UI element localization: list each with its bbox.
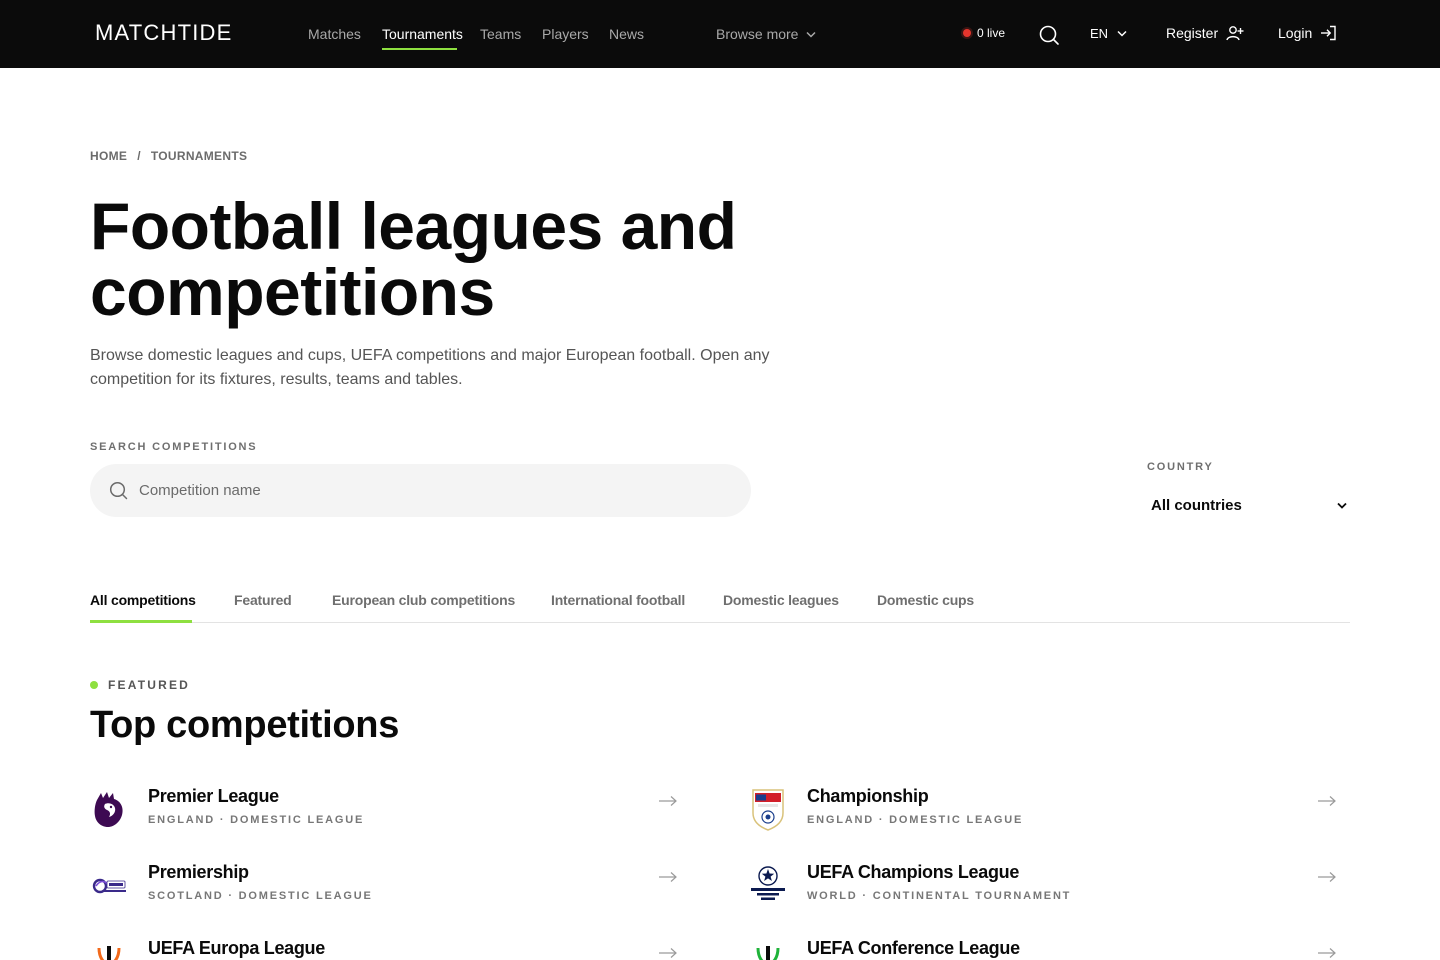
section-tag: FEATURED — [90, 678, 190, 692]
competition-card-uefa-champions-league[interactable]: UEFA Champions League WORLD · CONTINENTA… — [749, 862, 1349, 922]
competition-name: UEFA Conference League — [807, 938, 1020, 958]
cinch-premiership-icon — [92, 878, 126, 894]
arrow-right-icon — [659, 796, 677, 806]
sign-in-icon — [1321, 25, 1336, 41]
premier-league-lion-icon — [94, 792, 123, 827]
brand-logo[interactable]: MATCHTIDE — [95, 22, 233, 44]
tab-active-indicator — [90, 620, 192, 623]
tab-international-football[interactable]: International football — [551, 592, 685, 608]
login-button[interactable]: Login — [1278, 25, 1337, 41]
competition-card-championship[interactable]: Championship ENGLAND · DOMESTIC LEAGUE — [749, 786, 1349, 846]
nav-link-news[interactable]: News — [609, 26, 644, 42]
nav-link-players[interactable]: Players — [542, 26, 589, 42]
country-select[interactable]: All countries — [1147, 490, 1350, 520]
register-label: Register — [1166, 25, 1219, 41]
page-description: Browse domestic leagues and cups, UEFA c… — [90, 347, 770, 388]
competition-meta: ENGLAND · DOMESTIC LEAGUE — [807, 814, 1024, 826]
browse-more-label: Browse more — [716, 26, 799, 42]
search-label: SEARCH COMPETITIONS — [90, 441, 258, 453]
tab-domestic-cups[interactable]: Domestic cups — [877, 592, 974, 608]
language-selector[interactable]: EN — [1090, 26, 1127, 41]
competition-search-field[interactable] — [90, 464, 751, 517]
competition-name: Premier League — [148, 786, 279, 806]
competition-meta: ENGLAND · DOMESTIC LEAGUE — [148, 814, 365, 826]
tab-domestic-leagues[interactable]: Domestic leagues — [723, 592, 839, 608]
arrow-right-icon — [1318, 872, 1336, 882]
nav-link-tournaments[interactable]: Tournaments — [382, 26, 463, 42]
tab-featured[interactable]: Featured — [234, 592, 292, 608]
user-plus-icon — [1226, 26, 1244, 41]
live-count: 0 live — [977, 26, 1006, 40]
live-matches-indicator[interactable]: 0 live — [963, 26, 1005, 40]
breadcrumb: HOME / TOURNAMENTS — [90, 149, 247, 163]
chevron-down-icon — [1117, 30, 1127, 37]
top-navigation-bar: MATCHTIDE Matches Tournaments Teams Play… — [0, 0, 1440, 68]
browse-more-menu[interactable]: Browse more — [716, 26, 816, 42]
language-value: EN — [1090, 26, 1109, 41]
competition-card-uefa-conference-league[interactable]: UEFA Conference League — [749, 938, 1349, 960]
competition-card-premiership[interactable]: Premiership SCOTLAND · DOMESTIC LEAGUE — [90, 862, 690, 922]
breadcrumb-home[interactable]: HOME — [90, 149, 127, 163]
nav-link-teams[interactable]: Teams — [480, 26, 521, 42]
arrow-right-icon — [1318, 796, 1336, 806]
live-dot-icon — [963, 29, 971, 37]
nav-active-indicator — [382, 48, 457, 50]
register-button[interactable]: Register — [1166, 25, 1244, 41]
country-label: COUNTRY — [1147, 461, 1214, 473]
nav-link-matches[interactable]: Matches — [308, 26, 361, 42]
country-select-value: All countries — [1151, 496, 1242, 514]
europa-league-trophy-icon — [97, 946, 121, 960]
conference-league-trophy-icon — [756, 946, 780, 960]
competition-card-uefa-europa-league[interactable]: UEFA Europa League — [90, 938, 690, 960]
competition-name: Championship — [807, 786, 929, 806]
section-tag-label: FEATURED — [108, 678, 191, 692]
competition-name: UEFA Europa League — [148, 938, 325, 958]
competition-meta: SCOTLAND · DOMESTIC LEAGUE — [148, 890, 373, 902]
arrow-right-icon — [1318, 948, 1336, 958]
competition-name: Premiership — [148, 862, 249, 882]
section-title: Top competitions — [90, 704, 400, 746]
champions-league-starball-icon — [751, 866, 785, 900]
tab-all-competitions[interactable]: All competitions — [90, 592, 196, 608]
tab-european-club-competitions[interactable]: European club competitions — [332, 592, 515, 608]
search-icon[interactable] — [1038, 24, 1060, 46]
arrow-right-icon — [659, 948, 677, 958]
competition-meta: WORLD · CONTINENTAL TOURNAMENT — [807, 890, 1072, 902]
search-icon — [109, 481, 128, 500]
login-label: Login — [1278, 25, 1313, 41]
accent-dot-icon — [90, 681, 98, 689]
efl-championship-shield-icon — [752, 789, 784, 831]
competition-card-premier-league[interactable]: Premier League ENGLAND · DOMESTIC LEAGUE — [90, 786, 690, 846]
arrow-right-icon — [659, 872, 677, 882]
page-title: Football leagues and competitions — [90, 189, 737, 329]
competition-search-input[interactable] — [139, 482, 699, 499]
competition-tabs: All competitions Featured European club … — [90, 590, 1350, 623]
competition-name: UEFA Champions League — [807, 862, 1020, 882]
chevron-down-icon — [806, 31, 816, 38]
breadcrumb-separator: / — [137, 149, 141, 163]
chevron-down-icon — [1337, 502, 1347, 509]
breadcrumb-current: TOURNAMENTS — [150, 149, 248, 163]
